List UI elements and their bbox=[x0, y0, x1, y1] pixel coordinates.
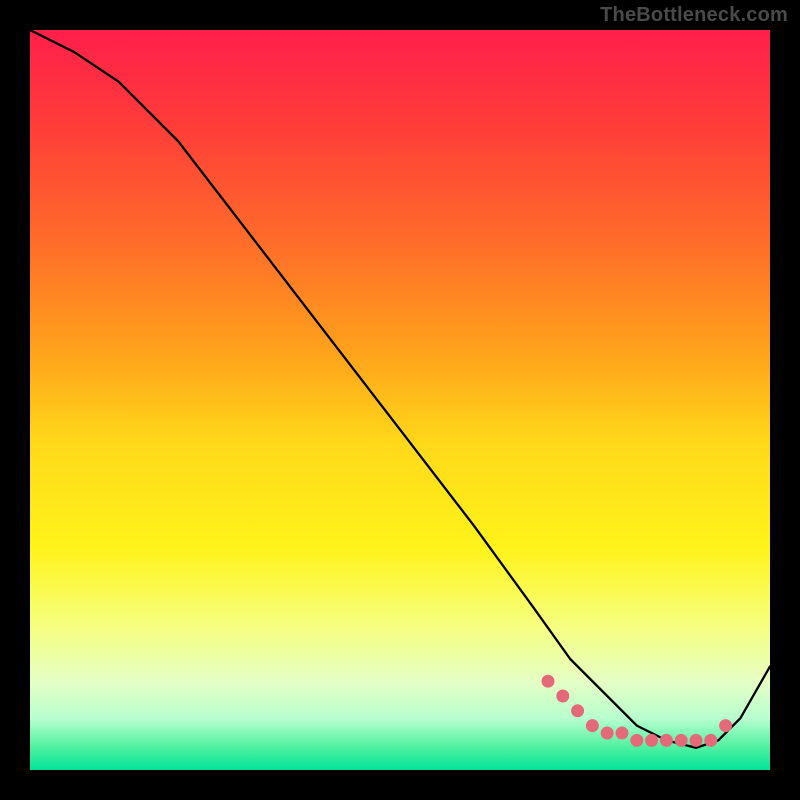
plot-area bbox=[30, 30, 770, 770]
marker-dot bbox=[660, 734, 673, 747]
marker-dot bbox=[690, 734, 703, 747]
chart-svg bbox=[30, 30, 770, 770]
marker-dot bbox=[586, 719, 599, 732]
chart-frame: TheBottleneck.com bbox=[0, 0, 800, 800]
marker-cluster bbox=[542, 675, 733, 747]
marker-dot bbox=[542, 675, 555, 688]
marker-dot bbox=[719, 719, 732, 732]
marker-dot bbox=[630, 734, 643, 747]
marker-dot bbox=[601, 727, 614, 740]
marker-dot bbox=[645, 734, 658, 747]
marker-dot bbox=[704, 734, 717, 747]
marker-dot bbox=[556, 690, 569, 703]
attribution-text: TheBottleneck.com bbox=[600, 4, 788, 27]
curve-line bbox=[30, 30, 770, 748]
marker-dot bbox=[675, 734, 688, 747]
marker-dot bbox=[616, 727, 629, 740]
marker-dot bbox=[571, 704, 584, 717]
